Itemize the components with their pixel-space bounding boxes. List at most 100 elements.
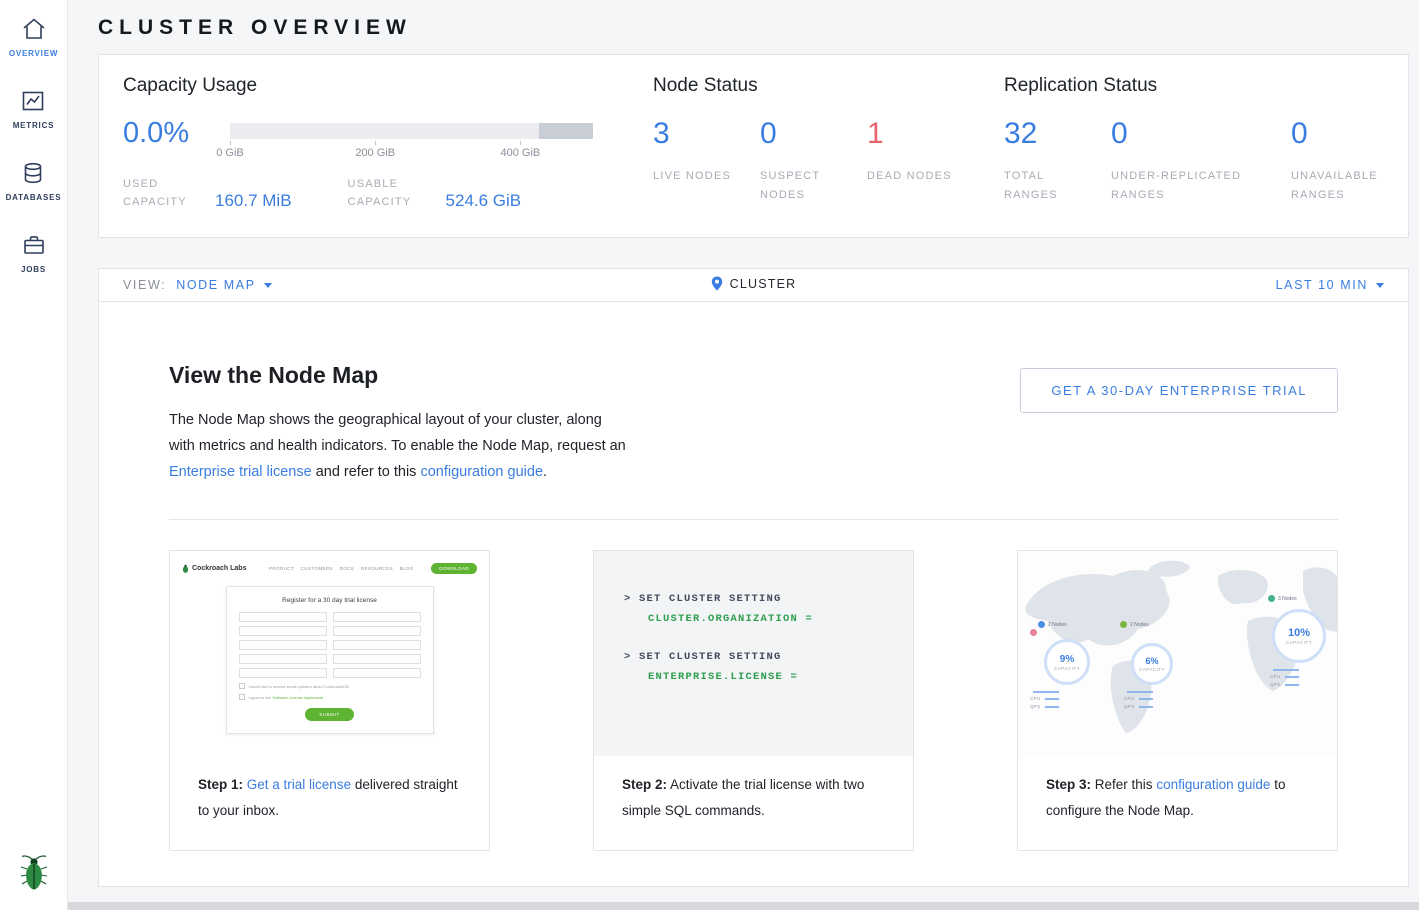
capacity-readout <box>1273 669 1299 671</box>
mini-form-input <box>239 654 327 664</box>
sidebar-item-overview[interactable]: OVERVIEW <box>9 16 58 58</box>
mini-nav-item: BLOG <box>400 566 414 571</box>
sidebar-item-label: DATABASES <box>6 193 62 202</box>
metrics-icon <box>20 88 46 114</box>
mini-nav-item: RESOURCES <box>361 566 393 571</box>
mini-form-input <box>239 626 327 636</box>
chevron-down-icon <box>264 283 272 288</box>
mini-form-input <box>239 668 327 678</box>
capacity-usage-title: Capacity Usage <box>123 75 593 97</box>
mini-nav-item: CUSTOMERS <box>301 566 333 571</box>
total-ranges-label: TOTAL RANGES <box>1004 167 1111 204</box>
locality-metrics: CPU QPS <box>1270 669 1299 690</box>
configuration-guide-link[interactable]: configuration guide <box>1156 777 1270 792</box>
qps-readout <box>1045 706 1059 708</box>
cpu-readout <box>1045 698 1059 700</box>
capacity-bar-axis: 0 GiB 200 GiB 400 GiB <box>230 142 593 162</box>
mini-form-input <box>333 626 421 636</box>
mini-trial-form: Register for a 30 day trial license <box>226 586 434 734</box>
usable-capacity-value: 524.6 GiB <box>446 191 522 211</box>
gauge-percent: 6% <box>1145 656 1158 666</box>
total-ranges-stat: 32 TOTAL RANGES <box>1004 119 1111 204</box>
mini-form-title: Register for a 30 day trial license <box>239 597 421 604</box>
sidebar-item-metrics[interactable]: METRICS <box>13 88 55 130</box>
locality-metrics: CPU QPS <box>1124 691 1153 712</box>
node-count-label: 2 Nodes <box>1048 622 1067 628</box>
mini-form-input <box>333 668 421 678</box>
sidebar-item-label: METRICS <box>13 121 55 130</box>
step-2-caption: Step 2: Activate the trial license with … <box>594 756 913 850</box>
mini-checkbox <box>239 683 245 689</box>
page-bottom-strip <box>68 902 1419 910</box>
sql-setting-line: CLUSTER.ORGANIZATION = <box>648 613 913 625</box>
configuration-guide-link[interactable]: configuration guide <box>420 464 543 480</box>
description-text: . <box>543 464 547 480</box>
live-nodes-label: LIVE NODES <box>653 167 760 186</box>
capacity-bar-reserved-segment <box>539 123 593 139</box>
capacity-used-percent: 0.0% <box>123 119 230 162</box>
node-map-title: View the Node Map <box>169 362 631 389</box>
mini-form-input <box>333 654 421 664</box>
view-selected-value: NODE MAP <box>176 278 255 292</box>
mini-form-input <box>333 640 421 650</box>
replication-status-section: Replication Status 32 TOTAL RANGES 0 UND… <box>1004 75 1419 211</box>
page-title: CLUSTER OVERVIEW <box>98 16 1409 40</box>
step-1-caption: Step 1: Get a trial license delivered st… <box>170 756 489 850</box>
mini-download-button: DOWNLOAD <box>431 563 477 574</box>
cluster-summary-card: Capacity Usage 0.0% 0 GiB 200 GiB 400 Gi… <box>98 54 1409 238</box>
under-replicated-ranges-stat: 0 UNDER-REPLICATED RANGES <box>1111 119 1291 204</box>
mini-agree-label: I agree to the Software License Agreemen… <box>248 695 324 700</box>
cpu-label: CPU <box>1030 696 1042 701</box>
sidebar-item-databases[interactable]: DATABASES <box>6 160 62 202</box>
mini-brand-text: Cockroach Labs <box>192 565 246 572</box>
usable-capacity-label: USABLE CAPACITY <box>348 176 432 211</box>
step-3-card: 2 Nodes 2 Nodes 3 Nodes 9% CAPACITY 6% C… <box>1017 550 1338 851</box>
briefcase-icon <box>21 232 47 258</box>
description-text: The Node Map shows the geographical layo… <box>169 412 626 454</box>
qps-label: QPS <box>1270 682 1282 687</box>
view-selector-dropdown[interactable]: NODE MAP <box>176 278 271 292</box>
sidebar-item-label: OVERVIEW <box>9 49 58 58</box>
mini-nav: PRODUCT CUSTOMERS DOCS RESOURCES BLOG <box>264 566 414 571</box>
gauge-percent: 9% <box>1060 654 1074 665</box>
gauge-percent: 10% <box>1288 627 1310 639</box>
cpu-label: CPU <box>1124 696 1136 701</box>
cpu-readout <box>1285 676 1299 678</box>
time-range-value: LAST 10 MIN <box>1276 278 1368 292</box>
cpu-label: CPU <box>1270 674 1282 679</box>
chevron-down-icon <box>1376 283 1384 288</box>
enterprise-trial-button[interactable]: GET A 30-DAY ENTERPRISE TRIAL <box>1020 368 1338 413</box>
unavailable-ranges-stat: 0 UNAVAILABLE RANGES <box>1291 119 1419 204</box>
qps-label: QPS <box>1030 704 1042 709</box>
mini-agree-prefix: I agree to the <box>248 695 272 700</box>
enterprise-trial-license-link[interactable]: Enterprise trial license <box>169 464 312 480</box>
under-replicated-ranges-value: 0 <box>1111 119 1291 149</box>
unavailable-ranges-value: 0 <box>1291 119 1419 149</box>
sql-code-block: > SET CLUSTER SETTING CLUSTER.ORGANIZATI… <box>594 551 913 756</box>
cockroachdb-logo-icon <box>19 851 49 896</box>
suspect-nodes-label: SUSPECT NODES <box>760 167 867 204</box>
divider <box>169 519 1338 520</box>
qps-readout <box>1285 684 1299 686</box>
used-capacity-label: USED CAPACITY <box>123 176 201 211</box>
mini-submit-button: SUBMIT <box>305 708 354 721</box>
scope-breadcrumb: CLUSTER <box>99 276 1408 294</box>
get-trial-license-link[interactable]: Get a trial license <box>247 777 351 792</box>
cpu-readout <box>1139 698 1153 700</box>
axis-tick-label: 200 GiB <box>355 147 395 159</box>
sql-prompt-line: > SET CLUSTER SETTING <box>624 593 913 605</box>
step-3-label: Step 3: <box>1046 777 1091 792</box>
home-icon <box>21 16 47 42</box>
main-content: CLUSTER OVERVIEW Capacity Usage 0.0% 0 G… <box>68 0 1419 902</box>
mini-nav-item: PRODUCT <box>269 566 294 571</box>
replication-status-title: Replication Status <box>1004 75 1419 97</box>
node-map-description: The Node Map shows the geographical layo… <box>169 407 631 485</box>
node-status-section: Node Status 3 LIVE NODES 0 SUSPECT NODES… <box>653 75 974 211</box>
step-1-label: Step 1: <box>198 777 243 792</box>
dead-nodes-label: DEAD NODES <box>867 167 974 186</box>
under-replicated-ranges-label: UNDER-REPLICATED RANGES <box>1111 167 1291 204</box>
scope-label: CLUSTER <box>730 277 797 291</box>
mini-bug-icon <box>182 564 189 573</box>
sidebar-item-jobs[interactable]: JOBS <box>21 232 47 274</box>
time-range-dropdown[interactable]: LAST 10 MIN <box>1276 278 1384 292</box>
